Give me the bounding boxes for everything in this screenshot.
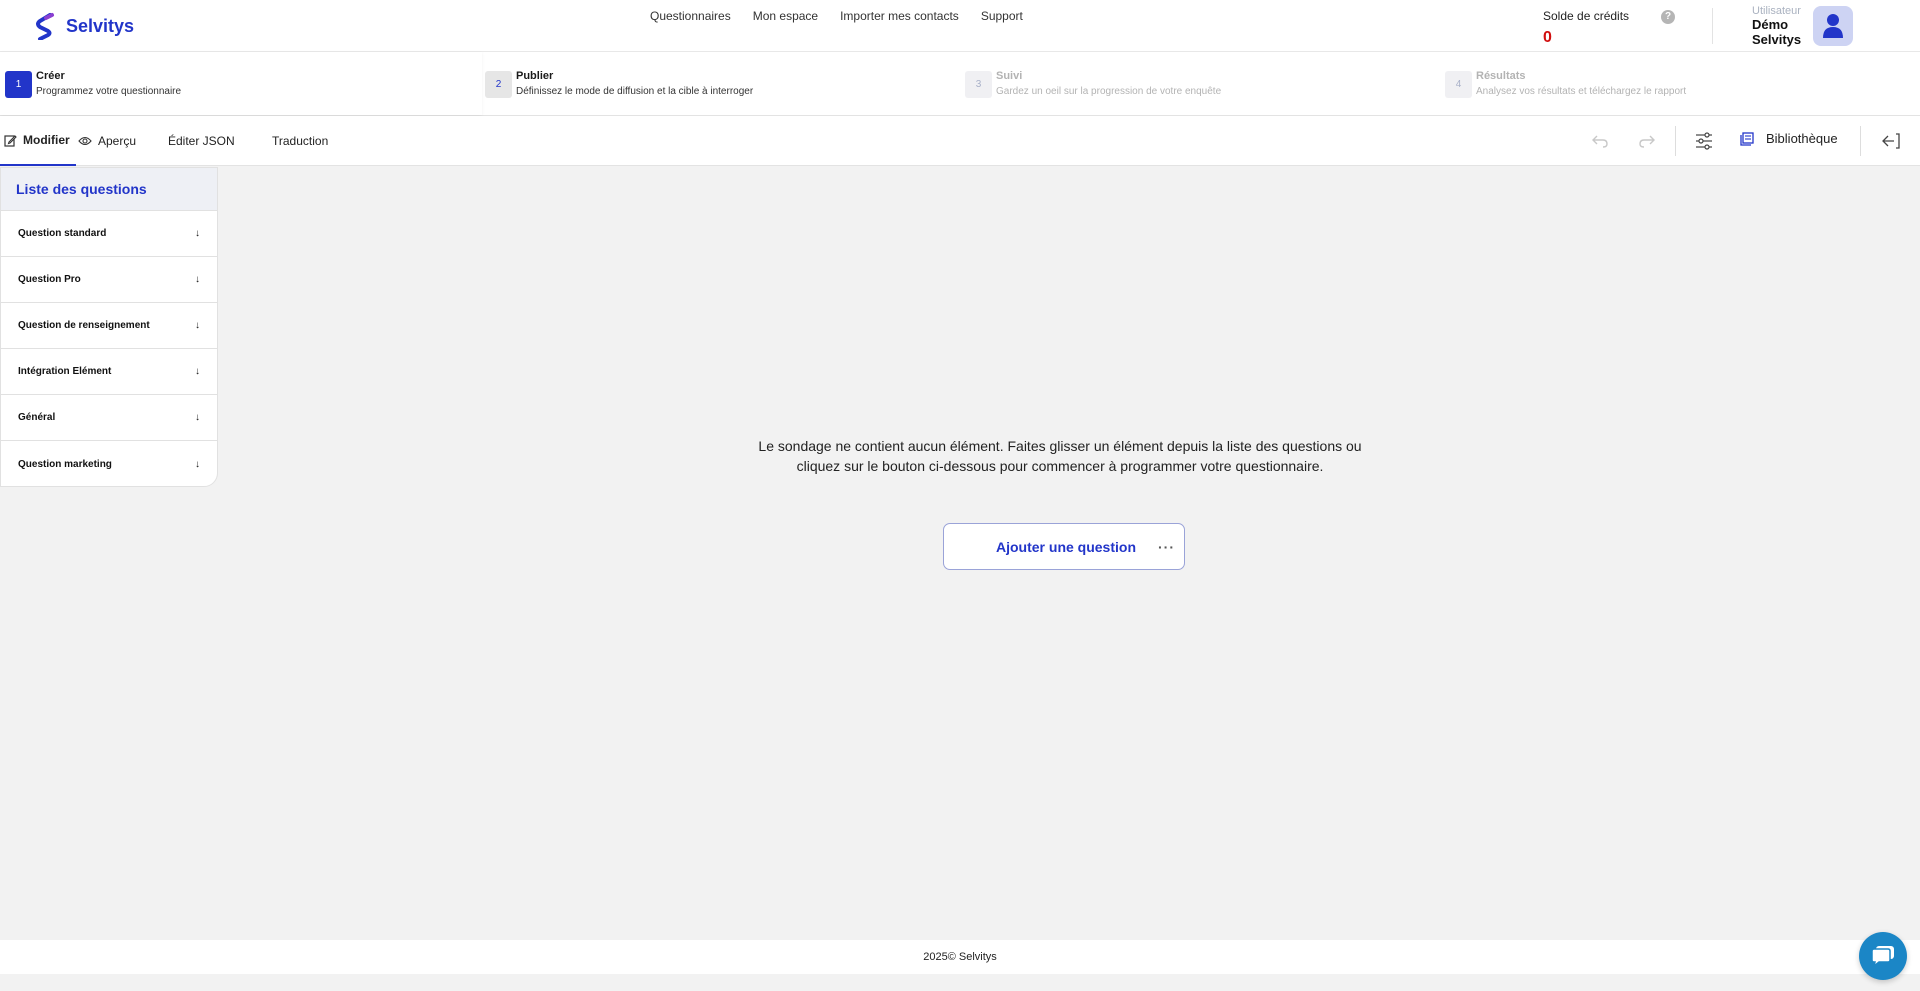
nav-importer-contacts[interactable]: Importer mes contacts	[840, 9, 959, 23]
category-integration-element[interactable]: Intégration Elément ↓	[1, 349, 217, 395]
credits-label: Solde de crédits	[1543, 9, 1630, 23]
add-question-button[interactable]: Ajouter une question ···	[943, 523, 1185, 570]
step-number: 1	[5, 71, 32, 98]
library-label: Bibliothèque	[1766, 131, 1838, 146]
top-header: Selvitys Questionnaires Mon espace Impor…	[0, 0, 1920, 52]
nav-support[interactable]: Support	[981, 9, 1023, 23]
user-icon	[1823, 14, 1843, 38]
step-title: Suivi	[996, 70, 1023, 82]
step-title: Publier	[516, 70, 554, 82]
step-publier[interactable]: 2 Publier Définissez le mode de diffusio…	[485, 70, 753, 98]
step-number: 4	[1445, 71, 1472, 98]
step-description: Programmez votre questionnaire	[36, 86, 182, 97]
category-label: Général	[18, 412, 56, 423]
editor-toolbar: Modifier Aperçu Éditer JSON Traduction B…	[0, 116, 1920, 166]
step-suivi: 3 Suivi Gardez un oeil sur la progressio…	[965, 70, 1221, 98]
progress-steps: 1 Créer Programmez votre questionnaire 2…	[0, 52, 1920, 116]
nav-mon-espace[interactable]: Mon espace	[753, 9, 818, 23]
eye-icon	[78, 136, 92, 146]
more-options-icon[interactable]: ···	[1158, 539, 1175, 555]
collapse-panel-icon	[1882, 133, 1900, 149]
step-description: Définissez le mode de diffusion et la ci…	[516, 86, 754, 97]
selvitys-logo-icon	[36, 13, 54, 40]
question-list-panel: Liste des questions Question standard ↓ …	[0, 167, 218, 487]
arrow-down-icon: ↓	[195, 458, 200, 470]
tab-modifier[interactable]: Modifier	[0, 116, 76, 166]
step-resultats: 4 Résultats Analysez vos résultats et té…	[1445, 70, 1686, 98]
arrow-down-icon: ↓	[195, 412, 200, 423]
header-divider	[1712, 8, 1713, 44]
step-number: 2	[485, 71, 512, 98]
chat-button[interactable]	[1859, 932, 1907, 980]
collapse-panel-button[interactable]	[1880, 116, 1900, 166]
sliders-icon	[1696, 132, 1712, 150]
category-label: Question standard	[18, 228, 107, 239]
footer: 2025© Selvitys	[0, 940, 1920, 974]
tab-traduction[interactable]: Traduction	[272, 116, 328, 166]
redo-button[interactable]	[1638, 116, 1656, 166]
category-question-marketing[interactable]: Question marketing ↓	[1, 441, 217, 487]
tab-label: Modifier	[23, 133, 70, 147]
library-button[interactable]: Bibliothèque	[1740, 131, 1838, 146]
question-list-title: Liste des questions	[1, 168, 217, 211]
empty-survey-message: Le sondage ne contient aucun élément. Fa…	[758, 438, 1362, 474]
toolbar-divider	[1675, 126, 1676, 156]
category-label: Intégration Elément	[18, 366, 112, 377]
step-number: 3	[965, 71, 992, 98]
step-description: Analysez vos résultats et téléchargez le…	[1476, 86, 1687, 97]
category-question-standard[interactable]: Question standard ↓	[1, 211, 217, 257]
toolbar-divider	[1860, 126, 1861, 156]
settings-button[interactable]	[1695, 116, 1713, 166]
step-creer[interactable]: 1 Créer Programmez votre questionnaire	[5, 70, 181, 98]
undo-icon	[1592, 135, 1608, 148]
category-label: Question Pro	[18, 274, 81, 285]
category-question-pro[interactable]: Question Pro ↓	[1, 257, 217, 303]
step-title: Créer	[36, 70, 65, 82]
tab-label: Éditer JSON	[168, 134, 235, 148]
arrow-down-icon: ↓	[195, 228, 200, 239]
category-label: Question marketing	[18, 458, 112, 470]
user-role: Utilisateur	[1752, 5, 1801, 17]
arrow-down-icon: ↓	[195, 320, 200, 331]
tab-editer-json[interactable]: Éditer JSON	[168, 116, 235, 166]
logo-text: Selvitys	[66, 15, 135, 36]
redo-icon	[1639, 135, 1655, 148]
nav-questionnaires[interactable]: Questionnaires	[650, 9, 731, 23]
help-icon[interactable]: ?	[1661, 10, 1675, 24]
credits-value: 0	[1543, 29, 1552, 46]
main-nav: Questionnaires Mon espace Importer mes c…	[650, 9, 1045, 23]
category-general[interactable]: Général ↓	[1, 395, 217, 441]
footer-copyright: 2025© Selvitys	[923, 951, 997, 963]
add-question-label: Ajouter une question	[996, 538, 1136, 555]
user-first-name: Démo	[1752, 17, 1789, 32]
tab-apercu[interactable]: Aperçu	[78, 116, 136, 166]
category-label: Question de renseignement	[18, 320, 150, 331]
undo-button[interactable]	[1591, 116, 1609, 166]
credits-balance: Solde de crédits 0	[1543, 9, 1629, 47]
user-last-name: Selvitys	[1752, 32, 1802, 47]
tab-label: Traduction	[272, 134, 329, 148]
step-description: Gardez un oeil sur la progression de vot…	[996, 86, 1222, 97]
arrow-down-icon: ↓	[195, 366, 200, 377]
arrow-down-icon: ↓	[195, 274, 200, 285]
avatar[interactable]	[1813, 6, 1853, 46]
step-title: Résultats	[1476, 70, 1526, 82]
category-question-renseignement[interactable]: Question de renseignement ↓	[1, 303, 217, 349]
chat-icon	[1871, 946, 1894, 968]
edit-icon	[4, 134, 17, 147]
user-info[interactable]: Utilisateur Démo Selvitys	[1752, 5, 1801, 47]
logo[interactable]: Selvitys	[32, 12, 134, 40]
tab-label: Aperçu	[98, 134, 137, 148]
library-icon	[1740, 131, 1754, 146]
